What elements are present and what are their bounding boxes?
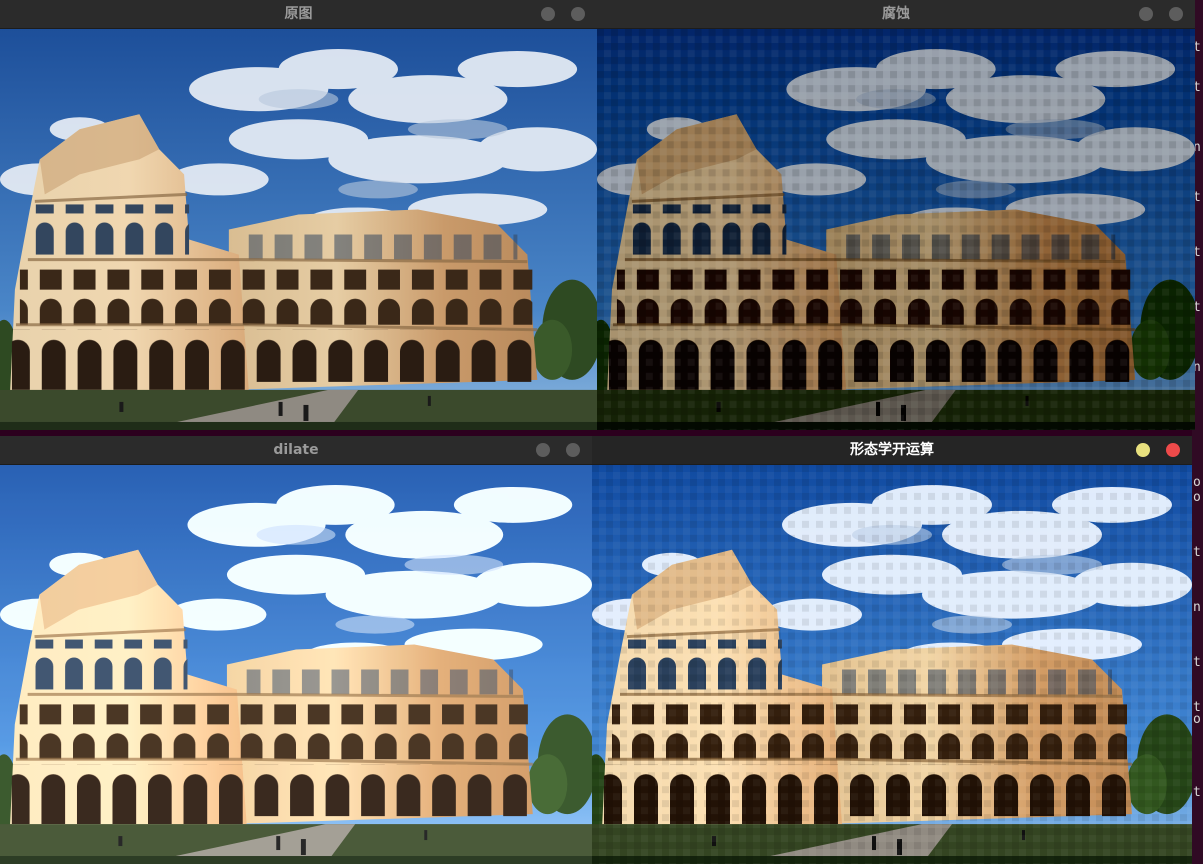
colosseum-opening-photo [592,465,1192,864]
colosseum-eroded-photo [597,29,1195,430]
image-canvas [0,465,592,864]
minimize-button[interactable] [1136,443,1150,457]
minimize-button[interactable] [536,443,550,457]
titlebar[interactable]: 腐蚀 [597,0,1195,29]
close-button[interactable] [1169,7,1183,21]
terminal-char: t [1193,655,1201,670]
window-title: 原图 [284,6,313,22]
colosseum-dilated-photo [0,465,592,864]
window-title: 形态学开运算 [850,442,934,458]
window-dilate[interactable]: dilate [0,436,592,864]
terminal-char: t [1193,545,1201,560]
close-button[interactable] [571,7,585,21]
titlebar[interactable]: 原图 [0,0,597,29]
terminal-char: o [1193,712,1201,727]
titlebar[interactable]: dilate [0,436,592,465]
terminal-char: o [1193,490,1201,505]
image-canvas [597,29,1195,430]
minimize-button[interactable] [1139,7,1153,21]
colosseum-photo [0,29,597,430]
image-canvas [592,465,1192,864]
terminal-char: n [1193,600,1201,615]
terminal-char: o [1193,475,1201,490]
window-original[interactable]: 原图 [0,0,597,430]
window-title: dilate [273,442,319,458]
window-title: 腐蚀 [882,6,910,22]
window-erode[interactable]: 腐蚀 [597,0,1195,430]
window-opening[interactable]: 形态学开运算 [592,436,1192,864]
image-canvas [0,29,597,430]
terminal-char: t [1193,785,1201,800]
titlebar[interactable]: 形态学开运算 [592,436,1192,465]
minimize-button[interactable] [541,7,555,21]
close-button[interactable] [566,443,580,457]
close-button[interactable] [1166,443,1180,457]
